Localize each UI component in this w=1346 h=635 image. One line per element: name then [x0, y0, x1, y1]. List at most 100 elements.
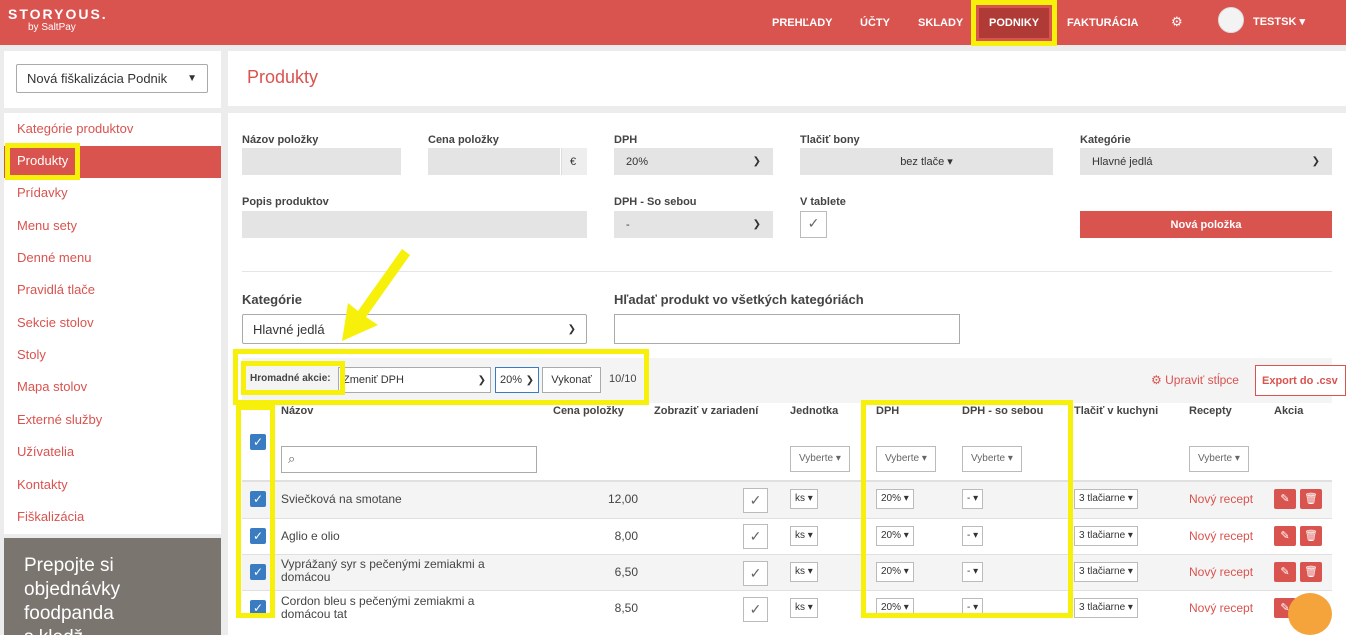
storyous-logo[interactable]: STORYOUS. by SaltPay	[8, 6, 108, 33]
row-checkbox[interactable]: ✓	[250, 528, 266, 544]
nav-item-fakturacia[interactable]: FAKTURÁCIA	[1067, 0, 1139, 45]
vat-dropdown[interactable]: 20% ▾	[876, 489, 914, 509]
unit-dropdown[interactable]: ks ▾	[790, 562, 818, 582]
new-recipe-link[interactable]: Nový recept	[1189, 565, 1253, 579]
delete-icon[interactable]: 🗑	[1300, 489, 1322, 509]
edit-icon[interactable]: ✎	[1274, 489, 1296, 509]
vat-takeaway-select[interactable]: - ❯	[614, 211, 773, 238]
chevron-down-icon: ❯	[1311, 156, 1320, 167]
item-price-label: Cena položky	[428, 134, 499, 146]
unit-dropdown[interactable]: ks ▾	[790, 598, 818, 618]
name-search-input[interactable]: ⌕	[281, 446, 537, 473]
delete-icon[interactable]: 🗑	[1300, 526, 1322, 546]
vat-to-go-dropdown[interactable]: - ▾	[962, 489, 984, 509]
vat-dropdown[interactable]: 20% ▾	[876, 562, 914, 582]
kitchen-print-dropdown[interactable]: 3 tlačiarne ▾	[1074, 598, 1138, 618]
column-header-name[interactable]: Názov	[281, 405, 313, 417]
row-checkbox[interactable]: ✓	[250, 491, 266, 507]
sidebar-item-pridavky[interactable]: Prídavky	[17, 185, 68, 200]
sidebar-item-produkty[interactable]: Produkty	[17, 153, 68, 168]
row-checkbox[interactable]: ✓	[250, 600, 266, 616]
unit-dropdown[interactable]: ks ▾	[790, 489, 818, 509]
sidebar-item-sekcie-stolov[interactable]: Sekcie stolov	[17, 315, 94, 330]
execute-button[interactable]: Vykonať	[542, 367, 601, 393]
column-header-vat[interactable]: DPH	[876, 405, 899, 417]
sidebar-item-fiskalizacia[interactable]: Fiškalizácia	[17, 509, 84, 524]
show-on-device-checkbox[interactable]: ✓	[743, 488, 768, 513]
sidebar-item-menu-sety[interactable]: Menu sety	[17, 218, 77, 233]
vat-to-go-dropdown[interactable]: - ▾	[962, 598, 984, 618]
new-item-button[interactable]: Nová položka	[1080, 211, 1332, 238]
column-header-show-on-device[interactable]: Zobraziť v zariadení	[654, 405, 758, 417]
avatar[interactable]	[1218, 7, 1244, 33]
new-recipe-link[interactable]: Nový recept	[1189, 529, 1253, 543]
vat-dropdown[interactable]: 20% ▾	[876, 598, 914, 618]
edit-icon[interactable]: ✎	[1274, 526, 1296, 546]
chat-bubble-icon[interactable]	[1288, 593, 1332, 635]
edit-columns-link[interactable]: ⚙ Upraviť stĺpce	[1151, 373, 1239, 387]
filter-category-label: Kategórie	[242, 292, 302, 307]
venue-select[interactable]: Nová fiškalizácia Podnik ▼	[16, 64, 208, 93]
promo-line: foodpanda	[24, 603, 114, 624]
global-search-input[interactable]	[614, 314, 960, 344]
select-all-checkbox[interactable]: ✓	[250, 434, 266, 450]
show-on-device-checkbox[interactable]: ✓	[743, 597, 768, 622]
item-name-input[interactable]	[242, 148, 401, 175]
column-header-price[interactable]: Cena položky	[553, 405, 624, 417]
vat-to-go-value: -	[967, 566, 971, 577]
tablet-checkbox[interactable]: ✓	[800, 211, 827, 238]
nav-item-ucty[interactable]: ÚČTY	[860, 0, 890, 45]
column-header-recipes[interactable]: Recepty	[1189, 405, 1232, 417]
show-on-device-checkbox[interactable]: ✓	[743, 524, 768, 549]
sidebar-item-mapa-stolov[interactable]: Mapa stolov	[17, 379, 87, 394]
chevron-down-icon: ❯	[477, 374, 486, 386]
vat-takeaway-label: DPH - So sebou	[614, 196, 697, 208]
nav-item-prehlady[interactable]: PREHĽADY	[772, 0, 833, 45]
vat-dropdown[interactable]: 20% ▾	[876, 526, 914, 546]
show-on-device-checkbox[interactable]: ✓	[743, 561, 768, 586]
currency-addon: €	[561, 148, 587, 175]
kitchen-print-dropdown[interactable]: 3 tlačiarne ▾	[1074, 562, 1138, 582]
vat-to-go-value: -	[967, 530, 971, 541]
page-header: Produkty	[228, 51, 1346, 106]
vat-to-go-filter[interactable]: Vyberte ▾	[962, 446, 1022, 472]
sidebar-item-denne-menu[interactable]: Denné menu	[17, 250, 91, 265]
column-header-vat-to-go[interactable]: DPH - so sebou	[962, 405, 1043, 417]
new-recipe-link[interactable]: Nový recept	[1189, 492, 1253, 506]
vat-filter[interactable]: Vyberte ▾	[876, 446, 936, 472]
promo-banner[interactable]: Prepojte si objednávky foodpanda s kledž	[4, 538, 221, 635]
export-csv-button[interactable]: Export do .csv	[1255, 365, 1346, 396]
vat-select[interactable]: 20% ❯	[614, 148, 773, 175]
kitchen-print-dropdown[interactable]: 3 tlačiarne ▾	[1074, 526, 1138, 546]
delete-icon[interactable]: 🗑	[1300, 562, 1322, 582]
nav-item-podniky[interactable]: PODNIKY	[989, 0, 1039, 45]
user-menu[interactable]: TESTSK ▾	[1253, 15, 1305, 28]
description-input[interactable]	[242, 211, 587, 238]
unit-filter[interactable]: Vyberte ▾	[790, 446, 850, 472]
sidebar-item-stoly[interactable]: Stoly	[17, 347, 46, 362]
vat-to-go-dropdown[interactable]: - ▾	[962, 526, 984, 546]
category-select[interactable]: Hlavné jedlá ❯	[1080, 148, 1332, 175]
bulk-vat-select[interactable]: 20% ❯	[495, 367, 539, 393]
new-recipe-link[interactable]: Nový recept	[1189, 601, 1253, 615]
vat-to-go-dropdown[interactable]: - ▾	[962, 562, 984, 582]
kitchen-print-dropdown[interactable]: 3 tlačiarne ▾	[1074, 489, 1138, 509]
gear-icon[interactable]: ⚙	[1171, 14, 1183, 30]
sidebar-item-externe-sluzby[interactable]: Externé služby	[17, 412, 102, 427]
sidebar-item-pravidla-tlace[interactable]: Pravidlá tlače	[17, 282, 95, 297]
row-checkbox[interactable]: ✓	[250, 564, 266, 580]
recipes-filter[interactable]: Vyberte ▾	[1189, 446, 1249, 472]
nav-item-sklady[interactable]: SKLADY	[918, 0, 963, 45]
item-price-input[interactable]	[428, 148, 560, 175]
sidebar-item-kontakty[interactable]: Kontakty	[17, 477, 68, 492]
edit-icon[interactable]: ✎	[1274, 562, 1296, 582]
sidebar-item-kategorie-produktov[interactable]: Kategórie produktov	[17, 121, 133, 136]
sidebar-item-uzivatelia[interactable]: Užívatelia	[17, 444, 74, 459]
search-icon: ⌕	[288, 451, 296, 466]
bulk-action-select[interactable]: Zmeniť DPH ❯	[338, 367, 491, 393]
column-header-kitchen-print[interactable]: Tlačiť v kuchyni	[1074, 405, 1158, 417]
column-header-unit[interactable]: Jednotka	[790, 405, 838, 417]
print-tickets-dropdown[interactable]: bez tlače ▾	[800, 148, 1053, 175]
vat-to-go-value: -	[967, 602, 971, 613]
unit-dropdown[interactable]: ks ▾	[790, 526, 818, 546]
